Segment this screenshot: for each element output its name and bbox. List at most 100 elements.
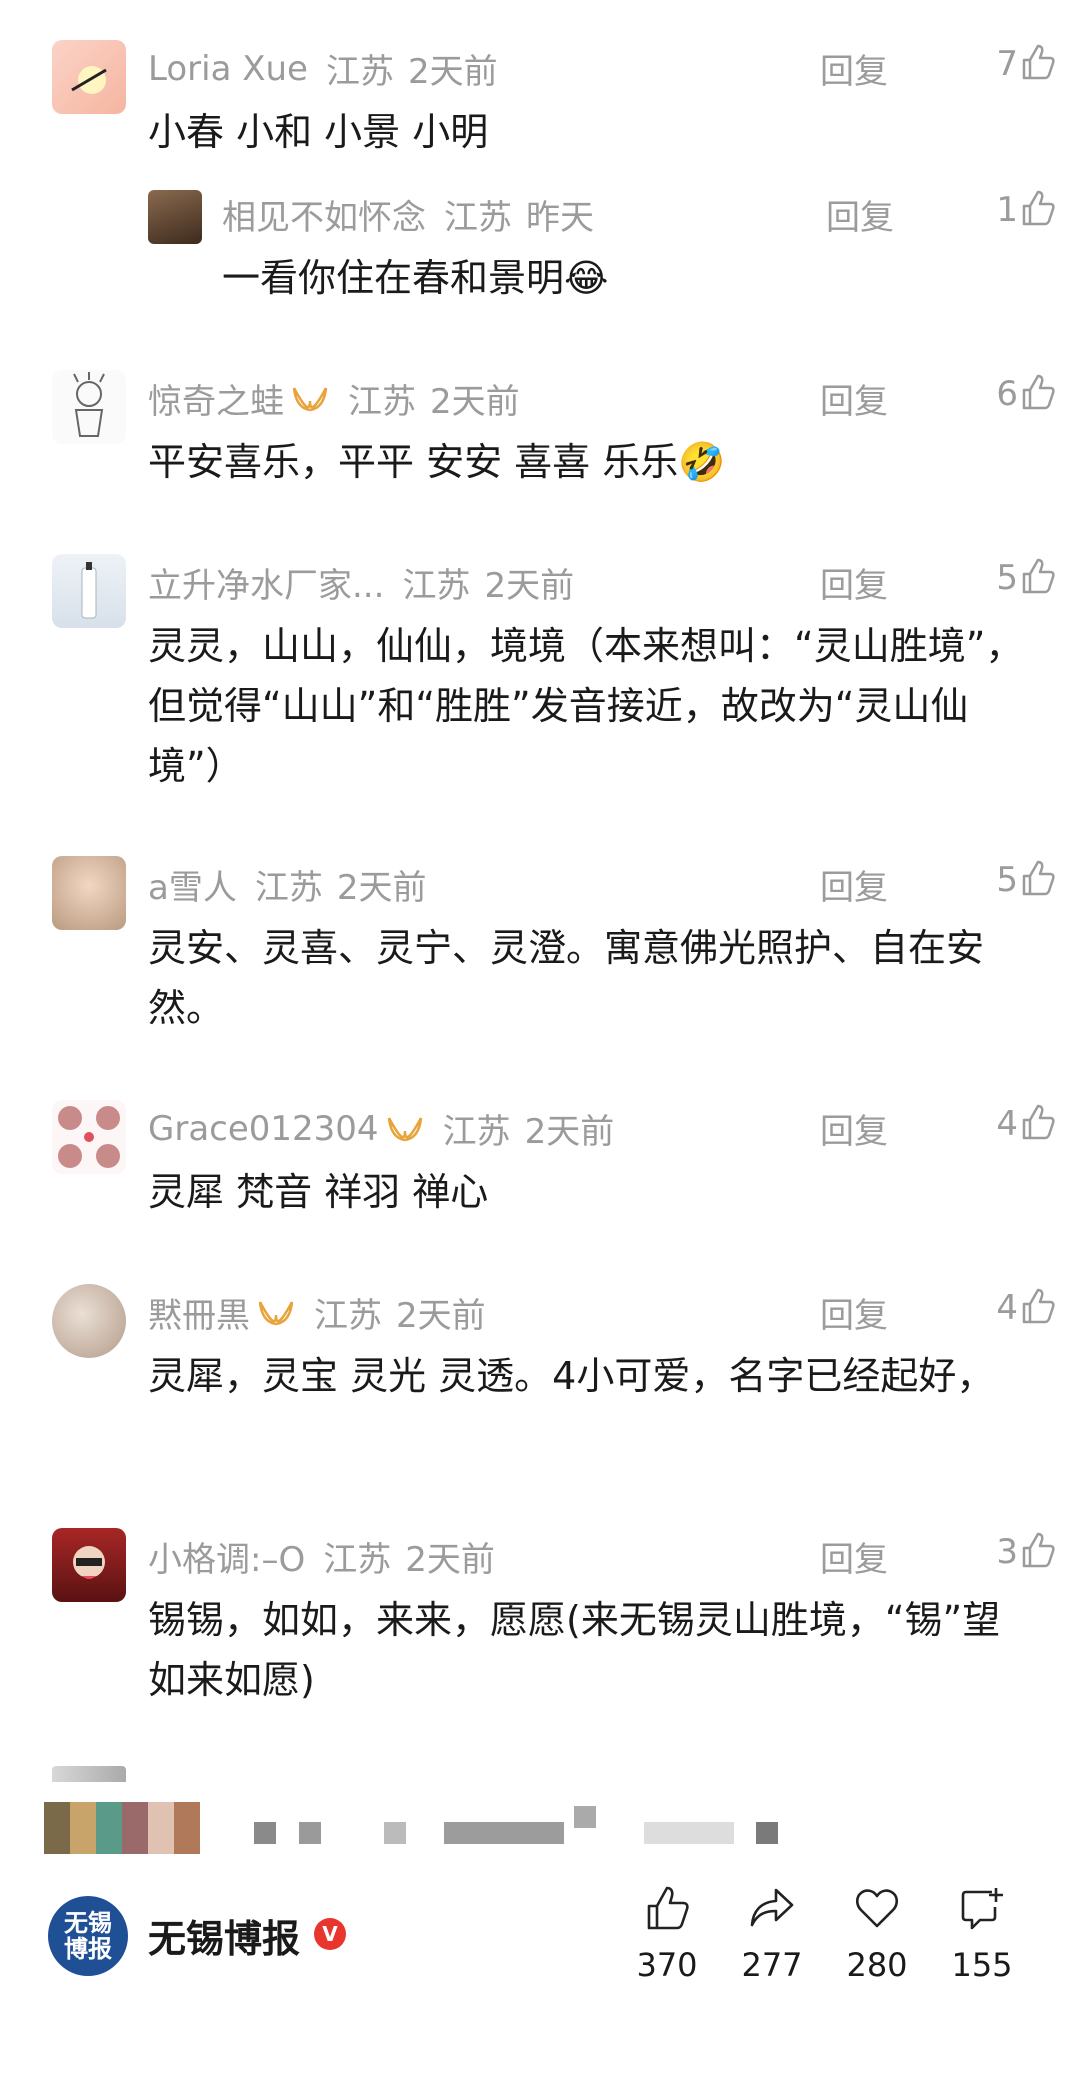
comment-time: 2天前 (484, 566, 575, 606)
comment-meta: 黙冊黒 江苏 2天前 (148, 1288, 486, 1337)
reply-button[interactable]: 回复 (826, 190, 894, 239)
comment-text: 小春 小和 小景 小明 (148, 110, 489, 154)
like-count: 370 (636, 1946, 698, 1984)
comment-meta: 惊奇之蛙 江苏 2天前 (148, 374, 520, 423)
thumbs-up-icon[interactable] (1018, 1530, 1058, 1570)
comment-item: a雪人 江苏 2天前 回复 5 灵安、灵喜、灵宁、灵澄。寓意佛光照护、自在安然。 (0, 856, 1080, 1030)
comment-meta: 小格调:–O 江苏 2天前 (148, 1532, 495, 1581)
brand-logo[interactable]: 无锡 博报 (48, 1896, 128, 1976)
vip-badge-icon (292, 386, 328, 411)
comment-text: 灵犀，灵宝 灵光 灵透。4小可爱，名字已经起好， (148, 1354, 995, 1398)
thumbs-up-icon[interactable] (1018, 1102, 1058, 1142)
thumbs-up-icon[interactable] (1018, 556, 1058, 596)
comment-count: 155 (951, 1946, 1013, 1984)
vip-badge-icon (258, 1300, 294, 1325)
vip-badge-icon (387, 1116, 422, 1141)
user-name[interactable]: Grace012304 (148, 1109, 379, 1149)
reply-item: 相见不如怀念 江苏 昨天 回复 1 一看你住在春和景明😂 (0, 186, 1080, 300)
user-name[interactable]: 黙冊黒 (148, 1288, 250, 1337)
comment-item: Loria Xue 江苏 2天前 回复 7 小春 小和 小景 小明 (0, 40, 1080, 154)
user-avatar[interactable] (52, 856, 126, 930)
like-count: 3 (996, 1532, 1018, 1572)
share-action[interactable]: 277 (727, 1882, 817, 1984)
user-location: 江苏 (348, 382, 416, 422)
user-avatar[interactable] (52, 370, 126, 444)
thumbs-up-icon[interactable] (1018, 188, 1058, 228)
thumbs-up-icon[interactable] (1018, 858, 1058, 898)
comment-meta: a雪人 江苏 2天前 (148, 860, 426, 909)
thumbs-up-icon[interactable] (1018, 1286, 1058, 1326)
comment-item: 惊奇之蛙 江苏 2天前 回复 6 平安喜乐，平平 安安 喜喜 乐乐🤣 (0, 370, 1080, 484)
comment-item: 立升净水厂家... 江苏 2天前 回复 5 灵灵，山山，仙仙，境境（本来想叫：“… (0, 554, 1080, 794)
user-name[interactable]: 相见不如怀念 (222, 190, 426, 239)
reply-button[interactable]: 回复 (820, 374, 888, 423)
comment-time: 昨天 (526, 198, 594, 238)
like-count: 7 (996, 44, 1018, 84)
user-avatar[interactable] (52, 1284, 126, 1358)
share-count: 277 (741, 1946, 803, 1984)
comment-time: 2天前 (524, 1112, 615, 1152)
user-avatar[interactable] (52, 40, 126, 114)
comment-meta: 立升净水厂家... 江苏 2天前 (148, 558, 574, 607)
reply-button[interactable]: 回复 (820, 44, 888, 93)
comment-item: 小格调:–O 江苏 2天前 回复 3 锡锡，如如，来来，愿愿(来无锡灵山胜境，“… (0, 1528, 1080, 1702)
reply-button[interactable]: 回复 (820, 1104, 888, 1153)
user-location: 江苏 (444, 198, 512, 238)
user-location: 江苏 (402, 566, 471, 606)
user-location: 江苏 (323, 1540, 392, 1580)
reply-button[interactable]: 回复 (820, 1532, 888, 1581)
comment-text: 灵安、灵喜、灵宁、灵澄。寓意佛光照护、自在安然。 (148, 926, 985, 1030)
user-avatar[interactable] (52, 554, 126, 628)
comment-text: 锡锡，如如，来来，愿愿(来无锡灵山胜境，“锡”望如来如愿) (148, 1598, 1001, 1702)
user-avatar[interactable] (52, 1528, 126, 1602)
like-count: 1 (996, 190, 1018, 230)
user-name[interactable]: a雪人 (148, 860, 237, 909)
user-avatar[interactable] (52, 1100, 126, 1174)
comment-action[interactable]: 155 (937, 1882, 1027, 1984)
comment-time: 2天前 (396, 1296, 486, 1336)
user-name[interactable]: 立升净水厂家... (148, 558, 384, 607)
user-name[interactable]: Loria Xue (148, 49, 308, 89)
like-count: 5 (996, 558, 1018, 598)
comment-text: 灵犀 梵音 祥羽 禅心 (148, 1170, 489, 1214)
reply-button[interactable]: 回复 (820, 1288, 888, 1337)
heart-icon (855, 1889, 899, 1928)
comment-time: 2天前 (405, 1540, 495, 1580)
user-name[interactable]: 惊奇之蛙 (148, 374, 284, 423)
user-location: 江苏 (325, 52, 394, 92)
comment-time: 2天前 (407, 52, 498, 92)
comment-item: Grace012304 江苏 2天前 回复 4 灵犀 梵音 祥羽 禅心 (0, 1100, 1080, 1214)
like-count: 4 (996, 1288, 1018, 1328)
thumbs-up-icon[interactable] (1018, 42, 1058, 82)
partial-comment (52, 1766, 126, 1782)
like-count: 5 (996, 860, 1018, 900)
comment-text: 一看你住在春和景明😂 (222, 256, 609, 300)
comment-meta: Loria Xue 江苏 2天前 (148, 44, 498, 93)
verified-badge: V (314, 1918, 346, 1950)
user-location: 江苏 (254, 868, 323, 908)
user-avatar[interactable] (148, 190, 202, 244)
user-location: 江苏 (314, 1296, 382, 1336)
like-action[interactable]: 370 (622, 1882, 712, 1984)
comment-meta: Grace012304 江苏 2天前 (148, 1104, 614, 1153)
user-name[interactable]: 小格调:–O (148, 1532, 305, 1581)
comment-meta: 相见不如怀念 江苏 昨天 (222, 190, 594, 239)
favorite-action[interactable]: 280 (832, 1882, 922, 1984)
comment-text: 平安喜乐，平平 安安 喜喜 乐乐🤣 (148, 440, 726, 484)
comment-item: 黙冊黒 江苏 2天前 回复 4 灵犀，灵宝 灵光 灵透。4小可爱，名字已经起好， (0, 1284, 1080, 1454)
blurred-preview (44, 1802, 804, 1862)
reply-button[interactable]: 回复 (820, 558, 888, 607)
comment-text: 灵灵，山山，仙仙，境境（本来想叫：“灵山胜境”，但觉得“山山”和“胜胜”发音接近… (148, 624, 1024, 788)
comment-time: 2天前 (430, 382, 520, 422)
like-count: 4 (996, 1104, 1018, 1144)
share-icon (750, 1888, 794, 1927)
favorite-count: 280 (846, 1946, 908, 1984)
like-count: 6 (996, 374, 1018, 414)
thumbs-up-icon[interactable] (1018, 372, 1058, 412)
reply-button[interactable]: 回复 (820, 860, 888, 909)
comment-time: 2天前 (336, 868, 427, 908)
brand-name[interactable]: 无锡博报 (148, 1908, 300, 1963)
brand-logo-text: 无锡 博报 (64, 1909, 112, 1963)
thumbs-up-icon (647, 1886, 689, 1930)
user-location: 江苏 (442, 1112, 511, 1152)
